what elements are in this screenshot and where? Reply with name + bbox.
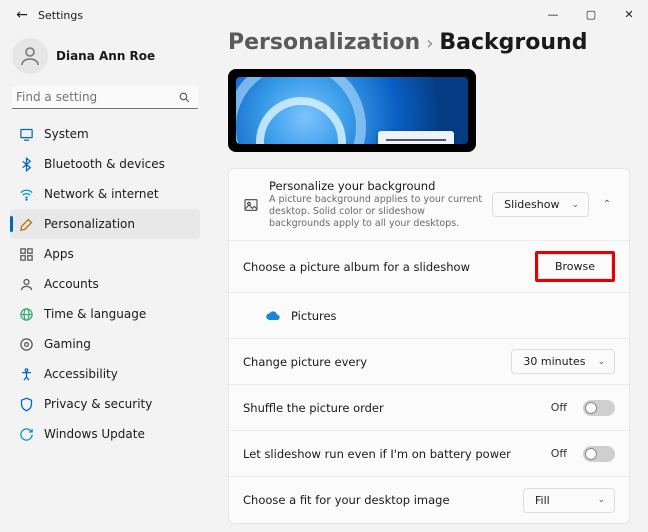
- apps-icon: [18, 246, 34, 262]
- user-name: Diana Ann Roe: [56, 49, 155, 63]
- interval-select[interactable]: 30 minutes⌄: [511, 349, 615, 374]
- personalize-sub: A picture background applies to your cur…: [269, 194, 482, 230]
- shuffle-state: Off: [551, 401, 567, 414]
- shuffle-label: Shuffle the picture order: [243, 401, 541, 415]
- sidebar-item-personalization[interactable]: Personalization: [10, 209, 200, 239]
- close-button[interactable]: ✕: [610, 0, 648, 30]
- sidebar-item-system[interactable]: System: [10, 119, 200, 149]
- sidebar-item-update[interactable]: Windows Update: [10, 419, 200, 449]
- sidebar-item-network[interactable]: Network & internet: [10, 179, 200, 209]
- sidebar-item-accessibility[interactable]: Accessibility: [10, 359, 200, 389]
- breadcrumb-separator: ›: [426, 33, 433, 54]
- browse-button[interactable]: Browse: [538, 254, 612, 279]
- row-interval: Change picture every 30 minutes⌄: [229, 339, 629, 385]
- search-input[interactable]: [16, 90, 176, 104]
- battery-state: Off: [551, 447, 567, 460]
- update-icon: [18, 426, 34, 442]
- gaming-icon: [18, 336, 34, 352]
- search-icon: [176, 89, 192, 105]
- person-icon: [18, 276, 34, 292]
- album-folder-name: Pictures: [291, 309, 615, 323]
- personalize-title: Personalize your background: [269, 179, 482, 193]
- maximize-button[interactable]: ▢: [572, 0, 610, 30]
- row-battery: Let slideshow run even if I'm on battery…: [229, 431, 629, 477]
- paintbrush-icon: [18, 216, 34, 232]
- browse-highlight: Browse: [535, 251, 615, 282]
- breadcrumb: Personalization › Background: [228, 30, 630, 55]
- user-block[interactable]: Diana Ann Roe: [10, 34, 200, 82]
- sidebar: Diana Ann Roe System Bluetooth & devices…: [0, 30, 210, 532]
- chevron-down-icon: ⌄: [597, 357, 605, 367]
- picture-icon: [243, 197, 259, 213]
- back-button[interactable]: ←: [8, 7, 36, 23]
- battery-label: Let slideshow run even if I'm on battery…: [243, 447, 541, 461]
- search-box[interactable]: [12, 86, 198, 109]
- background-type-select[interactable]: Slideshow⌄: [492, 192, 589, 217]
- shield-icon: [18, 396, 34, 412]
- row-album-folder[interactable]: Pictures: [229, 293, 629, 339]
- sidebar-item-gaming[interactable]: Gaming: [10, 329, 200, 359]
- fit-label: Choose a fit for your desktop image: [243, 493, 513, 507]
- breadcrumb-current: Background: [439, 30, 587, 55]
- sidebar-item-privacy[interactable]: Privacy & security: [10, 389, 200, 419]
- chevron-down-icon: ⌄: [597, 495, 605, 505]
- cloud-icon: [265, 308, 281, 324]
- album-label: Choose a picture album for a slideshow: [243, 260, 525, 274]
- window-title: Settings: [38, 9, 83, 22]
- globe-icon: [18, 306, 34, 322]
- row-shuffle: Shuffle the picture order Off: [229, 385, 629, 431]
- breadcrumb-parent[interactable]: Personalization: [228, 30, 420, 55]
- sidebar-item-time[interactable]: Time & language: [10, 299, 200, 329]
- battery-toggle[interactable]: [583, 446, 615, 462]
- sidebar-item-bluetooth[interactable]: Bluetooth & devices: [10, 149, 200, 179]
- collapse-button[interactable]: ⌃: [599, 199, 615, 210]
- sidebar-item-accounts[interactable]: Accounts: [10, 269, 200, 299]
- interval-label: Change picture every: [243, 355, 501, 369]
- sidebar-item-apps[interactable]: Apps: [10, 239, 200, 269]
- shuffle-toggle[interactable]: [583, 400, 615, 416]
- row-fit: Choose a fit for your desktop image Fill…: [229, 477, 629, 523]
- row-personalize: Personalize your background A picture ba…: [229, 169, 629, 241]
- minimize-button[interactable]: —: [534, 0, 572, 30]
- accessibility-icon: [18, 366, 34, 382]
- wifi-icon: [18, 186, 34, 202]
- desktop-preview: [228, 69, 476, 152]
- fit-select[interactable]: Fill⌄: [523, 488, 615, 513]
- system-icon: [18, 126, 34, 142]
- chevron-down-icon: ⌄: [571, 200, 579, 210]
- bluetooth-icon: [18, 156, 34, 172]
- main-content: Personalization › Background Personalize…: [210, 30, 648, 532]
- avatar: [12, 38, 48, 74]
- settings-panel: Personalize your background A picture ba…: [228, 168, 630, 524]
- row-album: Choose a picture album for a slideshow B…: [229, 241, 629, 293]
